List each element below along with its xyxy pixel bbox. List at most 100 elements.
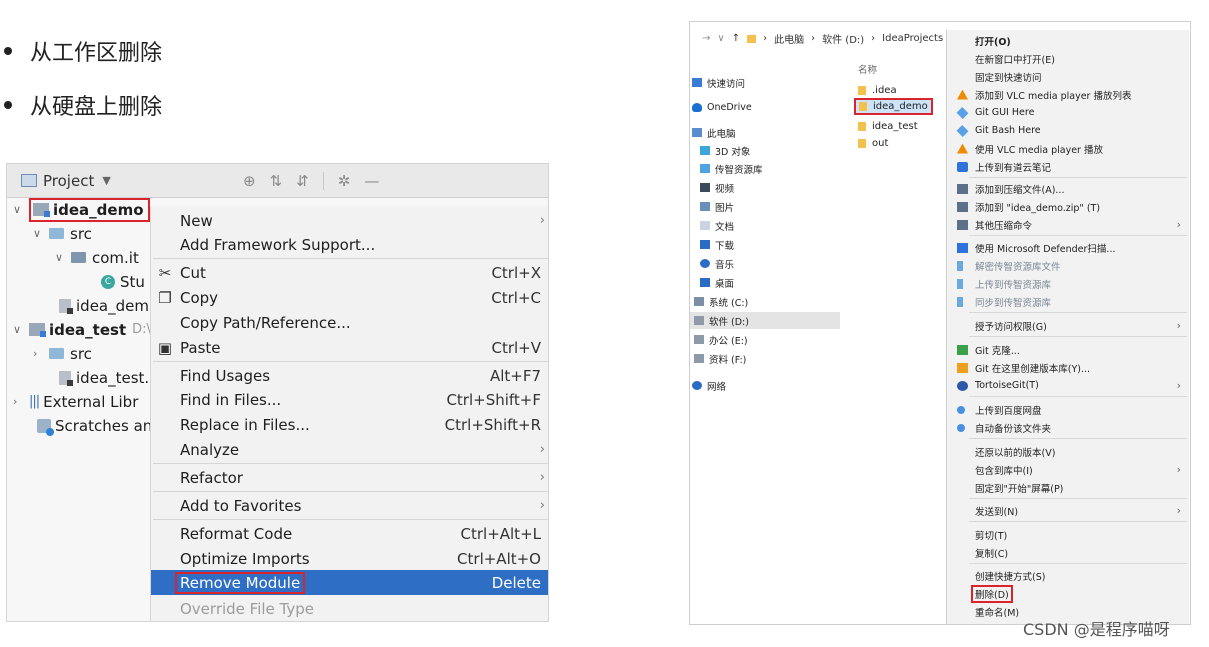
chevron-down-icon[interactable]: ∨	[55, 251, 71, 264]
tree-item-src[interactable]: › src	[33, 342, 92, 365]
tree-item-class[interactable]: C Stu	[101, 270, 145, 293]
nav-item-pictures[interactable]: 图片	[700, 198, 734, 215]
menu-item-copy[interactable]: ❐ Copy Ctrl+C	[151, 285, 548, 310]
menu-item-grant-access[interactable]: 授予访问权限(G) ›	[947, 317, 1189, 334]
column-header-name[interactable]: 名称	[858, 62, 877, 76]
menu-item-other-compress[interactable]: 其他压缩命令 ›	[947, 216, 1189, 233]
breadcrumb-item[interactable]: IdeaProjects	[882, 33, 943, 44]
nav-item-drive-d[interactable]: 软件 (D:)	[690, 312, 840, 329]
menu-item-pin-start[interactable]: 固定到"开始"屏幕(P)	[947, 479, 1189, 496]
menu-item-copy-path[interactable]: Copy Path/Reference...	[151, 310, 548, 335]
nav-item-videos[interactable]: 视频	[700, 179, 734, 196]
menu-item-upload-library[interactable]: 上传到传智资源库	[947, 275, 1189, 292]
menu-item-refactor[interactable]: Refactor ›	[151, 465, 548, 490]
menu-item-sync-library[interactable]: 同步到传智资源库	[947, 293, 1189, 310]
menu-item-add-framework-support[interactable]: Add Framework Support...	[151, 232, 548, 257]
menu-item-copy[interactable]: 复制(C)	[947, 544, 1189, 561]
file-item[interactable]: idea_test	[858, 118, 918, 135]
tree-item-src[interactable]: ∨ src	[33, 222, 92, 245]
nav-item-network[interactable]: 网络	[692, 377, 726, 394]
chevron-down-icon[interactable]: ∨	[13, 203, 29, 216]
menu-item-reformat-code[interactable]: Reformat Code Ctrl+Alt+L	[151, 521, 548, 546]
menu-item-send-to[interactable]: 发送到(N) ›	[947, 502, 1189, 519]
gear-icon[interactable]: ✲	[338, 172, 351, 190]
tree-item-package[interactable]: ∨ com.it	[55, 246, 139, 269]
nav-item-documents[interactable]: 文档	[700, 217, 734, 234]
menu-item-git-bash[interactable]: Git Bash Here	[947, 122, 1189, 139]
menu-item-delete[interactable]: 删除(D)	[947, 584, 1189, 603]
menu-item-optimize-imports[interactable]: Optimize Imports Ctrl+Alt+O	[151, 546, 548, 571]
menu-item-pin-quick-access[interactable]: 固定到快速访问	[947, 68, 1189, 85]
nav-item-library[interactable]: 传智资源库	[700, 160, 763, 177]
menu-item-cut[interactable]: ✂ Cut Ctrl+X	[151, 260, 548, 285]
menu-item-include-library[interactable]: 包含到库中(I) ›	[947, 461, 1189, 478]
breadcrumb-item[interactable]: 软件 (D:)	[822, 31, 864, 46]
menu-item-tortoisegit[interactable]: TortoiseGit(T) ›	[947, 377, 1189, 394]
menu-item-git-clone[interactable]: Git 克隆...	[947, 341, 1189, 358]
nav-item-3d-objects[interactable]: 3D 对象	[700, 142, 750, 159]
expand-all-icon[interactable]: ⇅	[270, 172, 283, 190]
nav-item-drive-f[interactable]: 资料 (F:)	[694, 350, 746, 367]
menu-item-paste[interactable]: ▣ Paste Ctrl+V	[151, 335, 548, 360]
menu-item-vlc-playlist[interactable]: 添加到 VLC media player 播放列表	[947, 86, 1189, 103]
menu-item-add-archive[interactable]: 添加到压缩文件(A)...	[947, 180, 1189, 197]
nav-item-quick-access[interactable]: 快速访问	[692, 74, 745, 91]
menu-item-analyze[interactable]: Analyze ›	[151, 437, 548, 462]
back-icon[interactable]: →	[702, 33, 710, 44]
menu-item-find-usages[interactable]: Find Usages Alt+F7	[151, 363, 548, 388]
file-item[interactable]: out	[858, 135, 888, 152]
chevron-right-icon[interactable]: ›	[13, 395, 29, 408]
nav-item-music[interactable]: 音乐	[700, 255, 734, 272]
address-bar[interactable]: → ∨ ↑ › 此电脑 › 软件 (D:) › IdeaProjects	[702, 31, 943, 46]
collapse-all-icon[interactable]: ⇵	[296, 172, 309, 190]
menu-item-youdao-note[interactable]: 上传到有道云笔记	[947, 158, 1189, 175]
menu-item-find-in-files[interactable]: Find in Files... Ctrl+Shift+F	[151, 387, 548, 412]
up-icon[interactable]: ↑	[732, 33, 740, 44]
tree-item-external-libraries[interactable]: › ||| External Libr	[13, 390, 138, 413]
menu-label: Copy Path/Reference...	[180, 313, 351, 332]
nav-item-this-pc[interactable]: 此电脑	[692, 124, 736, 141]
nav-item-onedrive[interactable]: OneDrive	[692, 99, 752, 116]
menu-item-open-new-window[interactable]: 在新窗口中打开(E)	[947, 50, 1189, 67]
menu-item-restore-versions[interactable]: 还原以前的版本(V)	[947, 443, 1189, 460]
tree-item-iml[interactable]: idea_test.	[59, 366, 149, 389]
menu-item-defender-scan[interactable]: 使用 Microsoft Defender扫描...	[947, 239, 1189, 256]
nav-item-drive-c[interactable]: 系统 (C:)	[694, 293, 748, 310]
menu-item-auto-backup[interactable]: 自动备份该文件夹	[947, 419, 1189, 436]
menu-item-baidu-upload[interactable]: 上传到百度网盘	[947, 401, 1189, 418]
tree-item-scratches[interactable]: Scratches an	[37, 414, 152, 437]
menu-item-vlc-play[interactable]: 使用 VLC media player 播放	[947, 140, 1189, 157]
chevron-down-icon[interactable]: ∨	[33, 227, 49, 240]
menu-item-open[interactable]: 打开(O)	[947, 32, 1189, 49]
nav-item-drive-e[interactable]: 办公 (E:)	[694, 331, 748, 348]
menu-item-git-gui[interactable]: Git GUI Here	[947, 104, 1189, 121]
file-item[interactable]: .idea	[858, 82, 897, 99]
breadcrumb-item[interactable]: 此电脑	[774, 31, 804, 46]
chevron-down-icon[interactable]: ∨	[13, 323, 29, 336]
tree-item-iml[interactable]: idea_dem	[59, 294, 149, 317]
chevron-right-icon: ›	[1176, 319, 1181, 332]
tree-item-idea-test[interactable]: ∨ idea_test D:\	[13, 318, 151, 341]
menu-item-create-shortcut[interactable]: 创建快捷方式(S)	[947, 567, 1189, 584]
menu-item-remove-module[interactable]: Remove Module Delete	[151, 570, 548, 595]
tree-item-idea-demo[interactable]: ∨ idea_demo	[13, 197, 150, 222]
file-item-selected[interactable]: idea_demo	[854, 98, 933, 115]
nav-item-desktop[interactable]: 桌面	[700, 274, 734, 291]
menu-item-replace-in-files[interactable]: Replace in Files... Ctrl+Shift+R	[151, 412, 548, 437]
locate-icon[interactable]: ⊕	[243, 172, 256, 190]
iml-file-icon	[59, 370, 73, 386]
minimize-icon[interactable]: —	[364, 172, 379, 190]
menu-item-add-zip[interactable]: 添加到 "idea_demo.zip" (T)	[947, 198, 1189, 215]
menu-item-cut[interactable]: 剪切(T)	[947, 526, 1189, 543]
chevron-down-icon[interactable]: ▼	[102, 174, 110, 187]
menu-item-new[interactable]: New ›	[151, 208, 548, 233]
menu-item-decrypt[interactable]: 解密传智资源库文件	[947, 257, 1189, 274]
chevron-right-icon[interactable]: ›	[33, 347, 49, 360]
menu-item-git-create-repo[interactable]: Git 在这里创建版本库(Y)...	[947, 359, 1189, 376]
menu-item-add-to-favorites[interactable]: Add to Favorites ›	[151, 493, 548, 518]
menu-item-override-file-type[interactable]: Override File Type	[151, 596, 548, 621]
chevron-down-icon[interactable]: ∨	[717, 33, 724, 44]
project-title[interactable]: Project	[43, 172, 94, 190]
menu-label: Refactor	[180, 468, 243, 487]
nav-item-downloads[interactable]: 下载	[700, 236, 734, 253]
